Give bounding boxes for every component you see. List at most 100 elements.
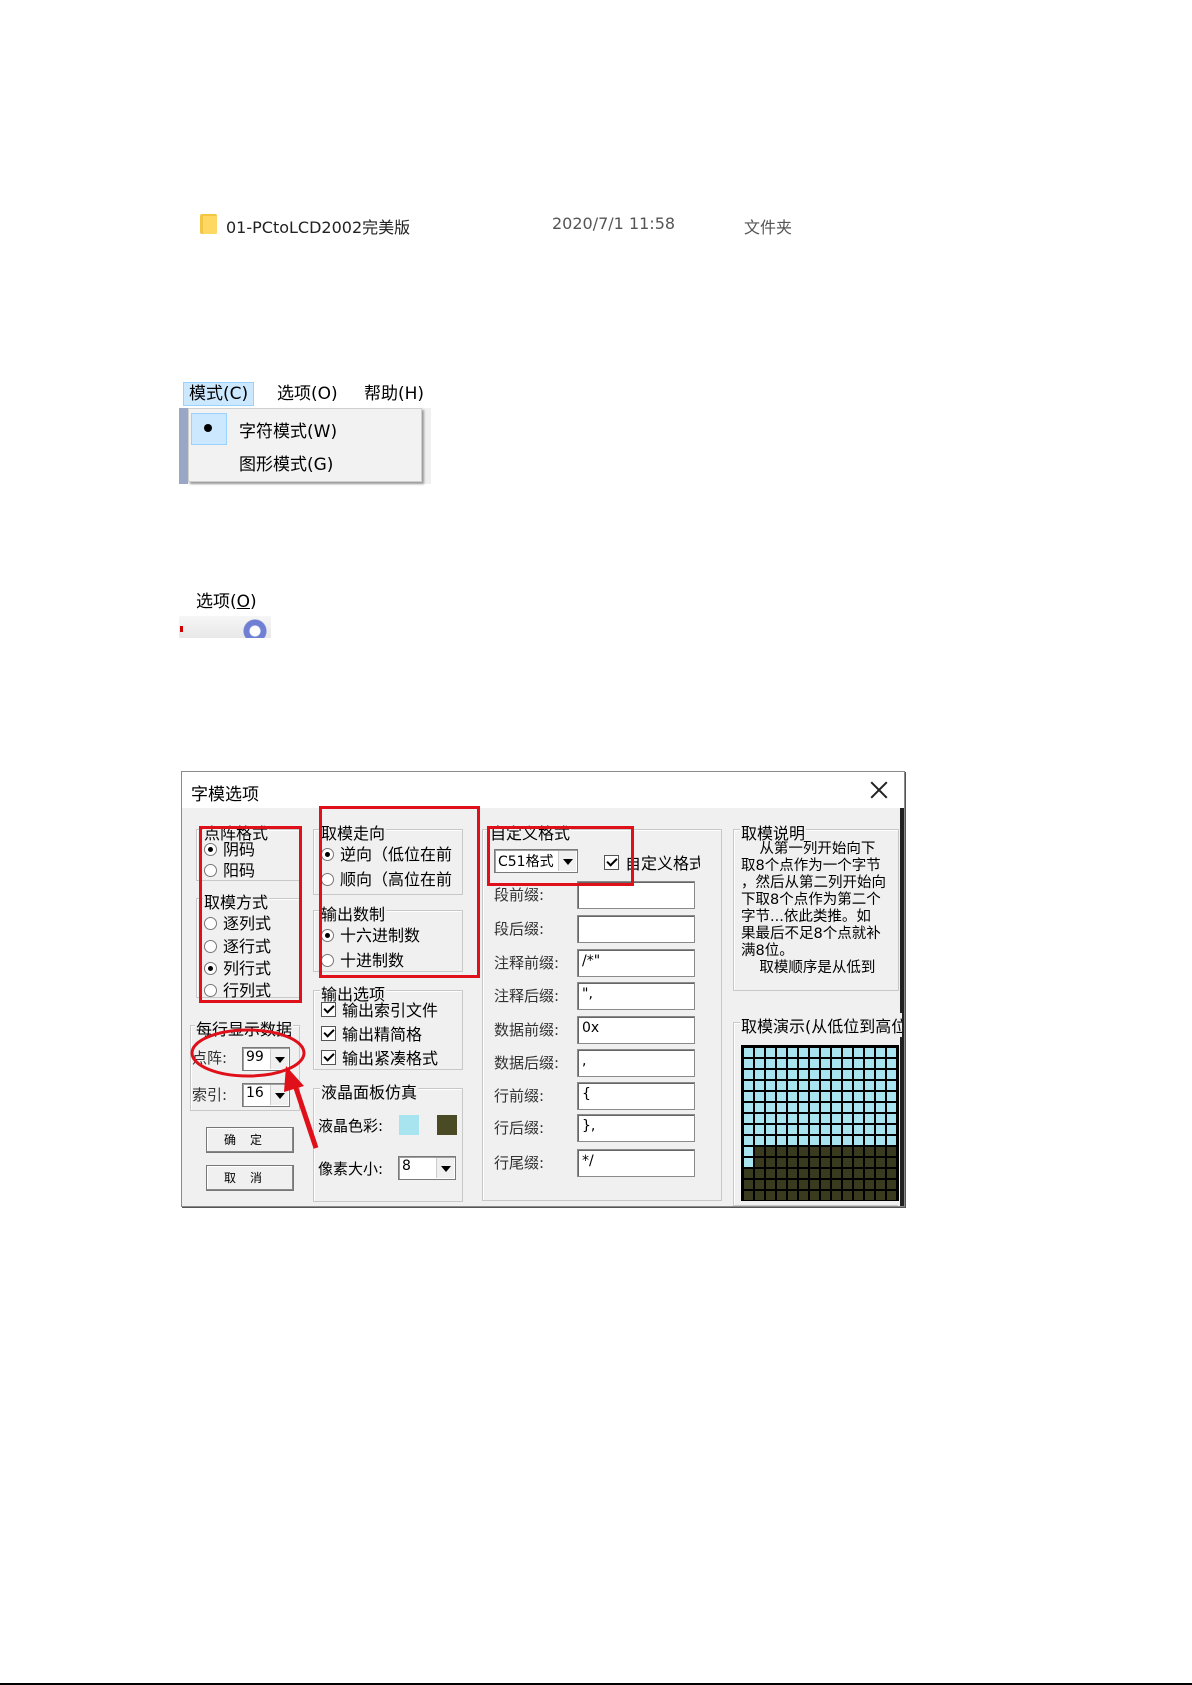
menu-mode[interactable]: 模式(C) — [183, 382, 255, 406]
lcd-pixel — [843, 1158, 852, 1167]
lcd-pixel — [755, 1147, 764, 1156]
checkbox-label: 输出索引文件 — [342, 1001, 439, 1020]
lcd-pixel — [744, 1070, 753, 1079]
field-data-suffix[interactable]: , — [577, 1049, 695, 1077]
field-comment-suffix[interactable]: ", — [577, 982, 695, 1010]
lcd-pixel — [876, 1158, 885, 1167]
lcd-pixel — [766, 1059, 775, 1068]
lcd-pixel — [810, 1103, 819, 1112]
options-menu-suffix: ) — [250, 592, 257, 612]
lcd-pixel — [810, 1114, 819, 1123]
lcd-pixel — [799, 1081, 808, 1090]
highlight-arrow-annotation — [190, 1028, 319, 1149]
lcd-pixel — [777, 1180, 786, 1189]
close-icon[interactable] — [868, 779, 890, 801]
lcd-pixel — [832, 1114, 841, 1123]
lcd-pixel — [854, 1158, 863, 1167]
lcd-pixel — [865, 1059, 874, 1068]
demo-pixel-grid — [741, 1045, 899, 1201]
lcd-pixel — [777, 1158, 786, 1167]
lcd-pixel — [843, 1169, 852, 1178]
lcd-pixel — [744, 1169, 753, 1178]
lcd-pixel — [810, 1136, 819, 1145]
menu-item-graphic-mode[interactable]: 图形模式(G) — [239, 450, 333, 475]
lcd-pixel — [876, 1180, 885, 1189]
mode-menu-screenshot: 模式(C) 选项(O) 帮助(H) 字符模式(W) 图形模式(G) — [179, 380, 431, 484]
lcd-pixel — [788, 1191, 797, 1200]
lcd-pixel — [865, 1180, 874, 1189]
lcd-pixel — [876, 1147, 885, 1156]
lcd-pixel — [755, 1125, 764, 1134]
lcd-pixel — [876, 1070, 885, 1079]
gear-icon[interactable] — [238, 616, 272, 638]
lcd-pixel — [865, 1048, 874, 1057]
menu-item-char-mode[interactable]: 字符模式(W) — [239, 417, 337, 442]
lcd-pixel — [887, 1059, 896, 1068]
field-line-prefix[interactable]: { — [577, 1082, 695, 1110]
lcd-pixel — [821, 1059, 830, 1068]
lcd-pixel — [777, 1191, 786, 1200]
lcd-pixel — [854, 1136, 863, 1145]
lcd-pixel — [865, 1136, 874, 1145]
lcd-pixel — [810, 1147, 819, 1156]
chevron-down-icon[interactable] — [436, 1158, 454, 1178]
pixel-size-select[interactable]: 8 — [398, 1156, 456, 1180]
lcd-pixel — [843, 1092, 852, 1101]
lcd-pixel — [777, 1048, 786, 1057]
lcd-pixel — [755, 1114, 764, 1123]
lcd-pixel — [766, 1070, 775, 1079]
folder-row[interactable]: 01-PCtoLCD2002完美版 2020/7/1 11:58 文件夹 — [200, 210, 820, 237]
lcd-pixel — [876, 1092, 885, 1101]
lcd-pixel — [810, 1158, 819, 1167]
lcd-pixel — [788, 1059, 797, 1068]
lcd-pixel — [821, 1070, 830, 1079]
lcd-pixel — [755, 1081, 764, 1090]
field-segment-suffix[interactable] — [577, 915, 695, 943]
lcd-pixel — [766, 1158, 775, 1167]
lcd-pixel — [799, 1158, 808, 1167]
lcd-pixel — [821, 1136, 830, 1145]
lcd-light-color-swatch[interactable] — [399, 1115, 419, 1135]
field-line-suffix[interactable]: }, — [577, 1114, 695, 1142]
lcd-pixel — [854, 1048, 863, 1057]
lcd-pixel — [799, 1070, 808, 1079]
folder-icon — [200, 214, 218, 234]
lcd-pixel — [766, 1136, 775, 1145]
lcd-pixel — [777, 1125, 786, 1134]
highlight-box-custom-format — [487, 826, 634, 886]
lcd-pixel — [821, 1180, 830, 1189]
highlight-box-direction — [319, 806, 480, 978]
lcd-pixel — [854, 1114, 863, 1123]
lcd-pixel — [876, 1103, 885, 1112]
lcd-pixel — [876, 1059, 885, 1068]
lcd-pixel — [832, 1147, 841, 1156]
lcd-dark-color-swatch[interactable] — [437, 1115, 457, 1135]
lcd-pixel — [799, 1147, 808, 1156]
lcd-pixel — [777, 1147, 786, 1156]
lcd-pixel — [887, 1092, 896, 1101]
lcd-pixel — [755, 1191, 764, 1200]
field-comment-prefix[interactable]: /*" — [577, 949, 695, 977]
menu-options[interactable]: 选项(O) — [272, 383, 343, 405]
lcd-pixel — [766, 1180, 775, 1189]
cancel-button[interactable]: 取消 — [206, 1165, 294, 1191]
lcd-pixel — [766, 1114, 775, 1123]
lcd-pixel — [755, 1158, 764, 1167]
lcd-pixel — [788, 1103, 797, 1112]
lcd-pixel — [788, 1147, 797, 1156]
lcd-pixel — [832, 1092, 841, 1101]
lcd-pixel — [832, 1169, 841, 1178]
menu-help[interactable]: 帮助(H) — [359, 383, 429, 405]
lcd-pixel — [887, 1136, 896, 1145]
lcd-pixel — [843, 1070, 852, 1079]
lcd-pixel — [887, 1191, 896, 1200]
window-edge — [900, 808, 904, 1206]
field-line-end[interactable]: */ — [577, 1149, 695, 1177]
lcd-pixel — [865, 1191, 874, 1200]
lcd-pixel — [865, 1114, 874, 1123]
field-data-prefix[interactable]: 0x — [577, 1016, 695, 1044]
lcd-pixel — [887, 1180, 896, 1189]
lcd-pixel — [843, 1048, 852, 1057]
options-menu-label[interactable]: 选项(O) — [196, 587, 257, 612]
lcd-pixel — [755, 1136, 764, 1145]
